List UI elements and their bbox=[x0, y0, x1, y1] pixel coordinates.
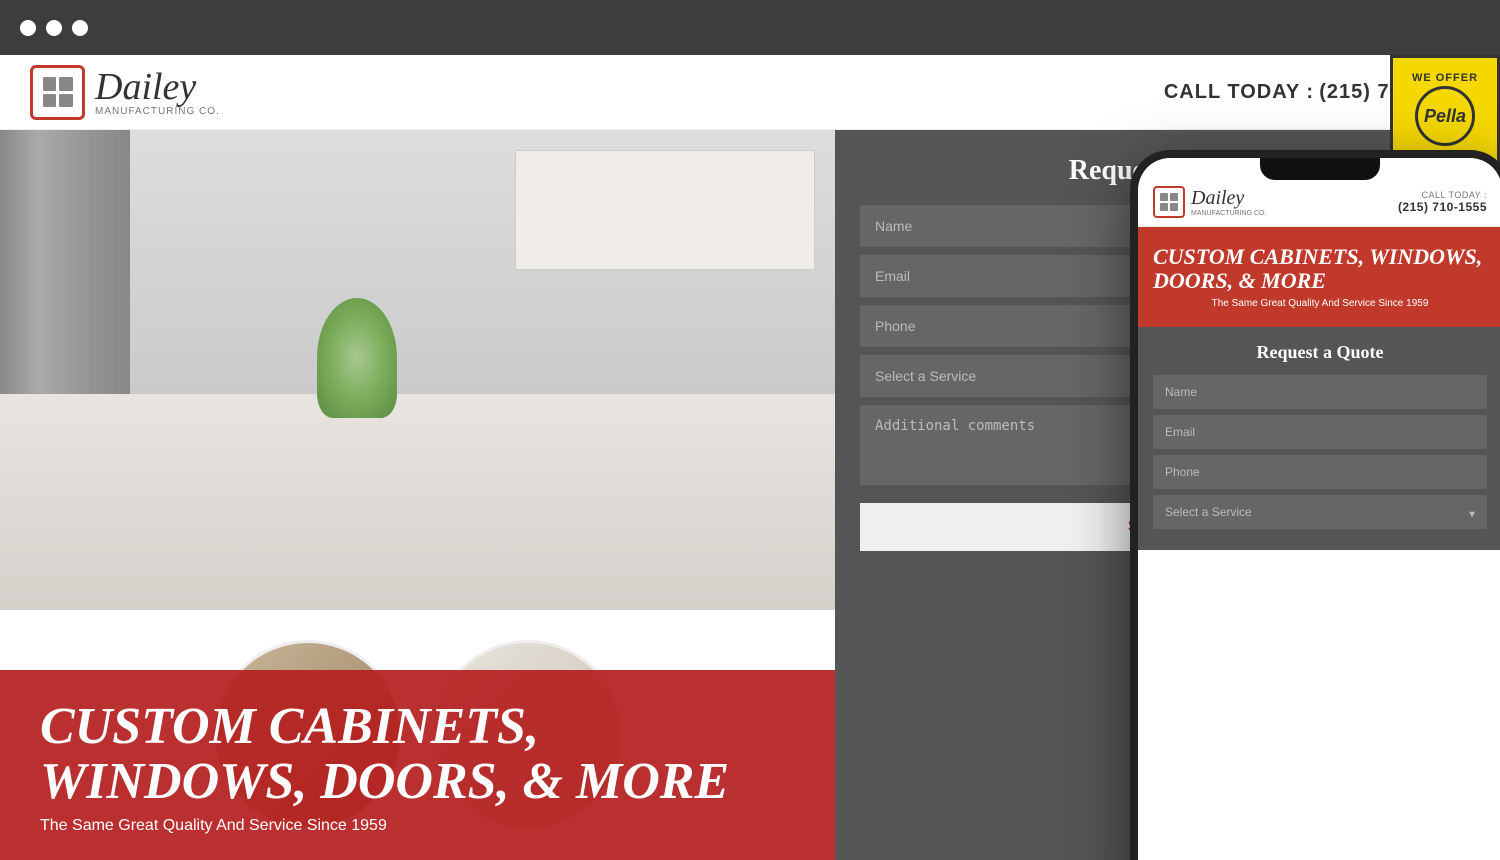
phone-logo-brand: Dailey bbox=[1191, 187, 1266, 210]
phone-logo-text-area: Dailey MANUFACTURING CO. bbox=[1191, 187, 1266, 217]
phone-select-arrow-icon: ▼ bbox=[1467, 510, 1477, 521]
call-label: CALL TODAY : bbox=[1164, 81, 1314, 103]
phone-email-input[interactable] bbox=[1153, 415, 1487, 449]
hero-text-overlay: CUSTOM CABINETS, WINDOWS, DOORS, & MORE … bbox=[0, 670, 835, 860]
pella-logo-circle: Pella bbox=[1415, 86, 1475, 146]
phone-hero-section: CUSTOM CABINETS, WINDOWS, DOORS, & MORE … bbox=[1138, 227, 1500, 327]
phone-mockup: Dailey MANUFACTURING CO. CALL TODAY : (2… bbox=[1130, 150, 1500, 860]
phone-notch bbox=[1260, 158, 1380, 180]
phone-hero-title: CUSTOM CABINETS, WINDOWS, DOORS, & MORE bbox=[1153, 245, 1487, 293]
logo-sub: MANUFACTURING CO. bbox=[95, 106, 220, 117]
phone-quote-title: Request a Quote bbox=[1153, 342, 1487, 363]
logo-grid bbox=[43, 77, 73, 107]
phone-phone-input[interactable] bbox=[1153, 455, 1487, 489]
close-button[interactable] bbox=[20, 20, 36, 36]
flower-vase-element bbox=[317, 298, 397, 418]
phone-hero-subtitle: The Same Great Quality And Service Since… bbox=[1153, 298, 1487, 309]
phone-quote-section: Request a Quote ▼ bbox=[1138, 327, 1500, 550]
cabinets-element bbox=[515, 150, 815, 270]
logo-brand: Dailey bbox=[95, 68, 220, 106]
pella-we-offer-label: WE OFFER bbox=[1412, 72, 1478, 84]
phone-name-input[interactable] bbox=[1153, 375, 1487, 409]
phone-logo-grid bbox=[1160, 193, 1178, 211]
browser-chrome bbox=[0, 0, 1500, 55]
site-header: Dailey MANUFACTURING CO. CALL TODAY : (2… bbox=[0, 55, 1500, 130]
hero-subtitle: The Same Great Quality And Service Since… bbox=[40, 817, 795, 835]
traffic-lights bbox=[20, 20, 88, 36]
phone-logo-icon bbox=[1153, 186, 1185, 218]
phone-call-info: CALL TODAY : (215) 710-1555 bbox=[1398, 190, 1487, 214]
phone-call-label: CALL TODAY : bbox=[1398, 190, 1487, 200]
phone-logo-area: Dailey MANUFACTURING CO. bbox=[1153, 186, 1266, 218]
phone-call-number: (215) 710-1555 bbox=[1398, 200, 1487, 214]
maximize-button[interactable] bbox=[72, 20, 88, 36]
logo-area: Dailey MANUFACTURING CO. bbox=[30, 65, 220, 120]
hero-section: CUSTOM CABINETS, WINDOWS, DOORS, & MORE … bbox=[0, 130, 835, 860]
hero-image bbox=[0, 130, 835, 610]
phone-service-wrapper: ▼ bbox=[1153, 495, 1487, 535]
hero-title: CUSTOM CABINETS, WINDOWS, DOORS, & MORE bbox=[40, 700, 795, 809]
counter-element bbox=[0, 394, 835, 610]
pella-badge: WE OFFER Pella bbox=[1390, 55, 1500, 165]
main-content: CUSTOM CABINETS, WINDOWS, DOORS, & MORE … bbox=[0, 130, 1500, 860]
browser-window: Dailey MANUFACTURING CO. CALL TODAY : (2… bbox=[0, 55, 1500, 860]
logo-icon bbox=[30, 65, 85, 120]
logo-text: Dailey MANUFACTURING CO. bbox=[95, 68, 220, 117]
phone-screen: Dailey MANUFACTURING CO. CALL TODAY : (2… bbox=[1138, 158, 1500, 860]
minimize-button[interactable] bbox=[46, 20, 62, 36]
phone-service-input[interactable] bbox=[1153, 495, 1487, 529]
pella-brand-text: Pella bbox=[1424, 106, 1466, 127]
phone-logo-sub: MANUFACTURING CO. bbox=[1191, 210, 1266, 217]
